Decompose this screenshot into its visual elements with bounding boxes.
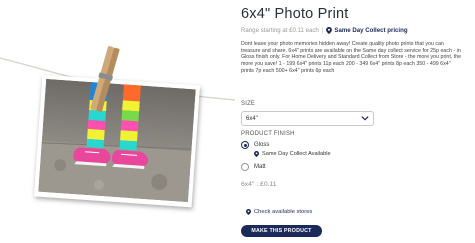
product-finish-label: PRODUCT FINISH bbox=[241, 131, 295, 137]
sample-photo-print bbox=[33, 74, 201, 208]
finish-option-matt-label[interactable]: Matt bbox=[254, 164, 266, 170]
same-day-collect-note: Same Day Collect Available bbox=[254, 151, 331, 157]
product-title: 6x4" Photo Print bbox=[241, 6, 349, 22]
product-details-panel: 6x4" Photo Print Range starting at £0.11… bbox=[241, 0, 466, 243]
price-separator: | bbox=[321, 27, 324, 34]
photo-image bbox=[38, 78, 196, 203]
check-stores-link[interactable]: Check available stores bbox=[246, 209, 312, 215]
finish-option-gloss-label[interactable]: Gloss bbox=[254, 142, 269, 148]
same-day-collect-text: Same Day Collect Available bbox=[262, 151, 331, 157]
unit-price: 6x4" : £0.11 bbox=[241, 181, 277, 188]
product-description: Dont leave your photo memories hidden aw… bbox=[241, 41, 462, 74]
make-this-product-button[interactable]: MAKE THIS PRODUCT bbox=[241, 225, 322, 237]
location-pin-icon bbox=[246, 209, 251, 215]
price-summary-row: Range starting at £0.11 each | Same Day … bbox=[241, 27, 408, 34]
size-select[interactable]: 6x4" bbox=[241, 111, 374, 126]
size-select-value: 6x4" bbox=[246, 115, 258, 122]
size-label: SIZE bbox=[241, 101, 256, 107]
same-day-collect-pricing-link[interactable]: Same Day Collect pricing bbox=[334, 27, 407, 34]
location-pin-icon bbox=[326, 27, 333, 34]
chevron-down-icon bbox=[361, 116, 369, 121]
check-stores-text: Check available stores bbox=[254, 209, 313, 215]
location-pin-icon bbox=[254, 151, 259, 157]
product-hero-image bbox=[0, 0, 235, 243]
finish-radio-matt[interactable] bbox=[241, 163, 249, 171]
finish-radio-gloss[interactable] bbox=[241, 141, 249, 149]
price-from-text: Range starting at £0.11 each bbox=[241, 27, 319, 34]
